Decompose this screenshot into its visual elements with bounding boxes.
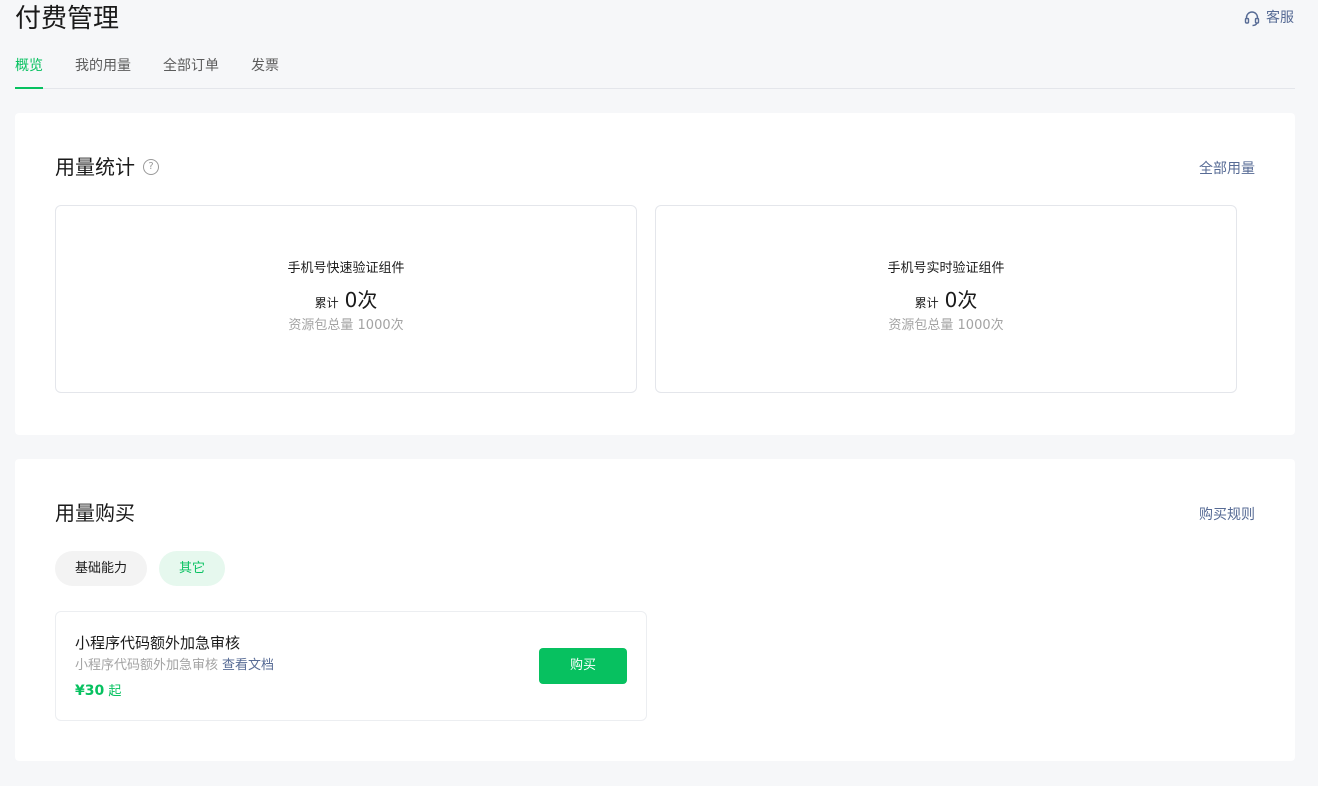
customer-service-link[interactable]: 客服	[1243, 9, 1294, 27]
product-description: 小程序代码额外加急审核 查看文档	[75, 657, 274, 675]
usage-purchase-title: 用量购买	[55, 501, 135, 525]
purchase-rules-link[interactable]: 购买规则	[1199, 505, 1255, 525]
usage-purchase-card: 用量购买 购买规则 基础能力 其它 小程序代码额外加急审核 小程序代码额外加急审…	[15, 459, 1295, 761]
filter-other[interactable]: 其它	[159, 551, 226, 586]
usage-stats-title: 用量统计	[55, 155, 135, 179]
product-price-suffix: 起	[108, 684, 122, 699]
buy-button[interactable]: 购买	[539, 648, 627, 684]
tab-all-orders[interactable]: 全部订单	[163, 56, 219, 88]
tab-invoice[interactable]: 发票	[251, 56, 279, 88]
usage-stat-count-prefix: 累计	[914, 296, 939, 310]
usage-stat-box: 手机号快速验证组件 累计 0次 资源包总量 1000次	[55, 205, 637, 393]
product-name: 小程序代码额外加急审核	[75, 634, 241, 652]
usage-stat-count: 累计 0次	[56, 287, 636, 316]
filter-basic-capability[interactable]: 基础能力	[55, 551, 148, 586]
usage-stats-card: 用量统计 ? 全部用量 手机号快速验证组件 累计 0次 资源包总量 1000次 手…	[15, 113, 1295, 435]
all-usage-link[interactable]: 全部用量	[1199, 159, 1255, 179]
usage-stat-count: 累计 0次	[656, 287, 1236, 316]
usage-stats-heading: 用量统计 ?	[55, 153, 159, 181]
tab-overview[interactable]: 概览	[15, 56, 43, 89]
product-price: ¥30 起	[75, 681, 121, 702]
usage-stat-name: 手机号快速验证组件	[287, 261, 405, 276]
help-icon[interactable]: ?	[143, 159, 159, 175]
headset-icon	[1243, 9, 1261, 27]
usage-stat-count-prefix: 累计	[314, 296, 339, 310]
tab-bar: 概览 我的用量 全部订单 发票	[15, 56, 1295, 89]
customer-service-label: 客服	[1266, 10, 1294, 26]
view-docs-link[interactable]: 查看文档	[222, 658, 274, 673]
product-price-amount: ¥30	[75, 683, 105, 699]
usage-stat-box: 手机号实时验证组件 累计 0次 资源包总量 1000次	[655, 205, 1237, 393]
usage-stat-name: 手机号实时验证组件	[887, 261, 1005, 276]
tab-my-usage[interactable]: 我的用量	[75, 56, 131, 88]
usage-stat-count-value: 0次	[344, 288, 378, 312]
usage-stat-count-value: 0次	[944, 288, 978, 312]
product-description-text: 小程序代码额外加急审核	[75, 658, 219, 673]
page-title: 付费管理	[15, 4, 120, 34]
category-filter: 基础能力 其它	[55, 551, 226, 586]
usage-stat-total: 资源包总量 1000次	[888, 318, 1004, 333]
usage-stat-total: 资源包总量 1000次	[288, 318, 404, 333]
product-card: 小程序代码额外加急审核 小程序代码额外加急审核 查看文档 ¥30 起 购买	[55, 611, 647, 721]
